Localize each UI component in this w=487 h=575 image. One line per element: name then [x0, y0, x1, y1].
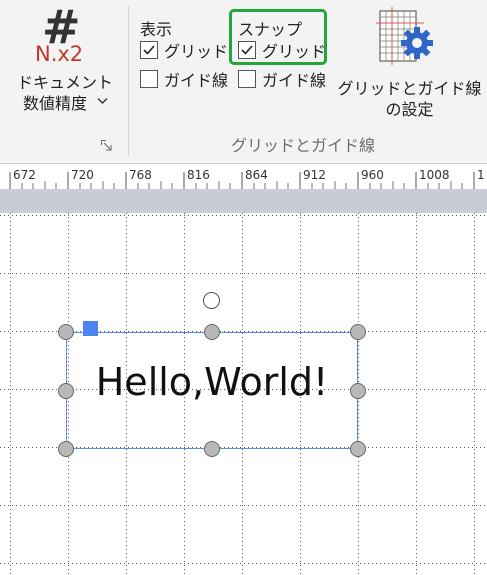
snap-grid-label: グリッド: [262, 42, 327, 61]
ruler-label: 864: [245, 168, 268, 182]
dialog-launcher-icon[interactable]: [101, 140, 112, 151]
ribbon-separator: [128, 6, 129, 156]
horizontal-ruler[interactable]: 672 720 768 816 864 912 960 1008 1: [0, 163, 487, 189]
ruler-label: 816: [187, 168, 210, 182]
display-guides-checkbox[interactable]: ガイド線: [140, 68, 228, 90]
document-precision-label-line1: ドキュメント: [16, 73, 113, 92]
display-grid-label: グリッド: [164, 42, 229, 61]
snap-grid-checkbox[interactable]: グリッド: [238, 39, 326, 61]
checkbox-unchecked-icon: [140, 70, 158, 88]
display-group-title: 表示: [140, 20, 173, 39]
ruler-label: 960: [361, 168, 384, 182]
chevron-down-icon: [97, 95, 108, 109]
grid-guide-settings-label-line2: の設定: [385, 100, 434, 119]
resize-handle-top[interactable]: [204, 324, 220, 340]
ruler-label: 1: [477, 168, 485, 182]
checkbox-unchecked-icon: [238, 70, 256, 88]
resize-handle-right[interactable]: [350, 383, 366, 399]
anchor-point[interactable]: [83, 321, 98, 336]
ruler-label: 1008: [419, 168, 450, 182]
resize-handle-bottom-right[interactable]: [350, 441, 366, 457]
grid-guides-group-caption: グリッドとガイド線: [230, 136, 375, 155]
resize-handle-left[interactable]: [58, 383, 74, 399]
ruler-label: 768: [129, 168, 152, 182]
grid-settings-icon: [376, 7, 433, 65]
precision-format-icon: N.x2: [35, 42, 84, 66]
snap-guides-checkbox[interactable]: ガイド線: [238, 68, 326, 90]
canvas-text-object[interactable]: Hello,World!: [66, 360, 358, 404]
rotate-handle[interactable]: [203, 292, 220, 309]
checkbox-checked-icon: [140, 41, 158, 59]
display-guides-label: ガイド線: [164, 71, 229, 90]
ruler-label: 720: [71, 168, 94, 182]
display-grid-checkbox[interactable]: グリッド: [140, 39, 228, 61]
resize-handle-bottom[interactable]: [204, 441, 220, 457]
ruler-label: 912: [303, 168, 326, 182]
ribbon: # N.x2 ドキュメント 数値精度 表示 グリッド ガイド線 スナップ グリッ…: [0, 0, 487, 163]
checkbox-checked-icon: [238, 41, 256, 59]
resize-handle-top-left[interactable]: [58, 324, 74, 340]
snap-group-title: スナップ: [238, 20, 303, 39]
canvas-gutter: [0, 189, 487, 213]
document-precision-label-line2: 数値精度: [22, 94, 87, 113]
resize-handle-bottom-left[interactable]: [58, 441, 74, 457]
snap-guides-label: ガイド線: [262, 71, 327, 90]
grid-guide-settings-label-line1: グリッドとガイド線: [337, 79, 482, 98]
resize-handle-top-right[interactable]: [350, 324, 366, 340]
ruler-label: 672: [13, 168, 36, 182]
